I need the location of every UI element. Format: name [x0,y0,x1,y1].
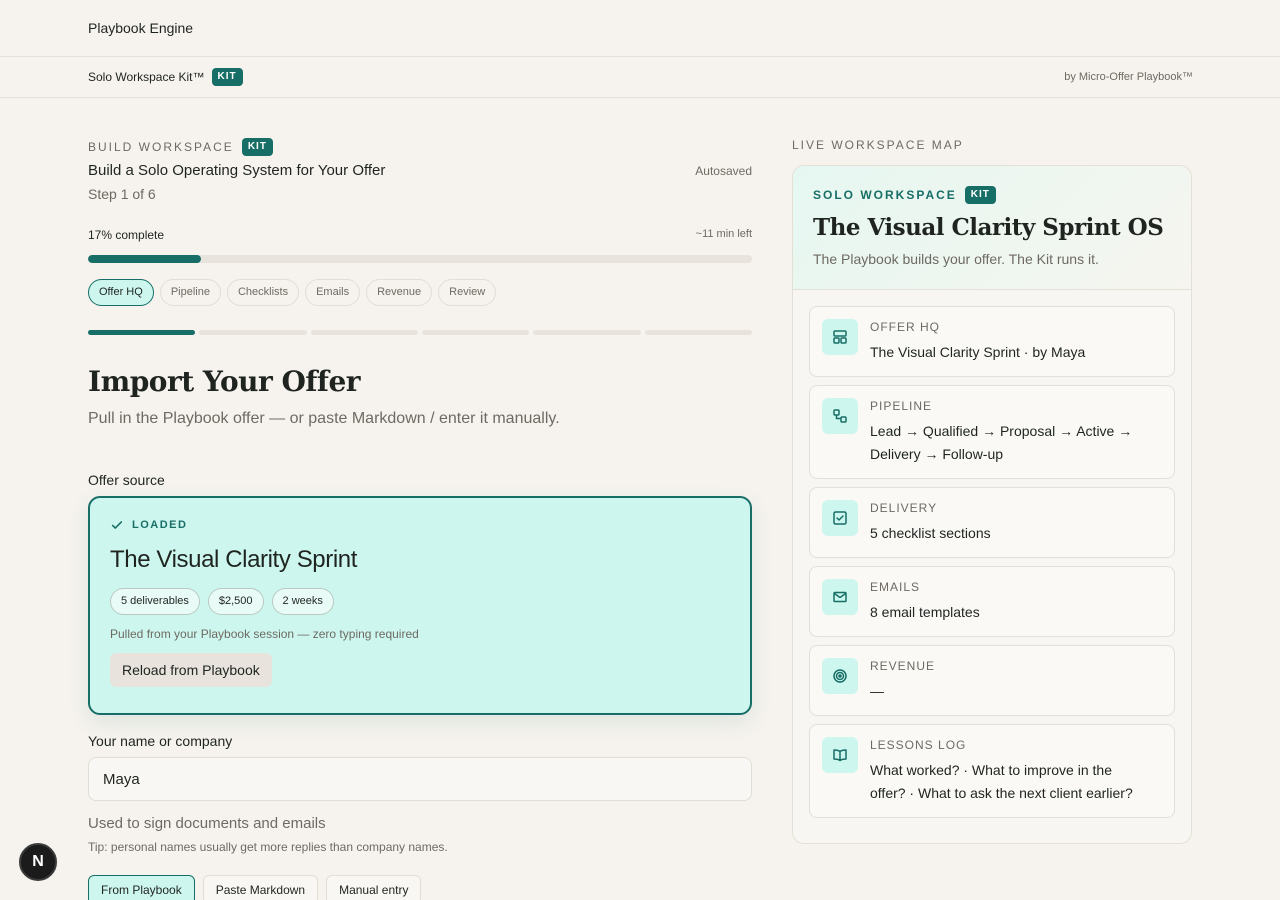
map-item-value: 8 email templates [870,604,980,620]
map-title: The Visual Clarity Sprint OS [813,214,1164,241]
progress-bar [88,255,752,263]
step-segment [533,330,641,335]
tab-checklists[interactable]: Checklists [226,279,300,306]
kit-badge: KIT [211,68,243,86]
step-segment [644,330,752,335]
map-item-emails[interactable]: EMAILS 8 email templates [809,566,1175,637]
tab-revenue[interactable]: Revenue [366,279,433,306]
check-icon [111,521,123,529]
map-item-offer-hq[interactable]: OFFER HQ The Visual Clarity Sprint · by … [809,306,1175,377]
offer-source-note: Pulled from your Playbook session — zero… [110,627,419,641]
workflow-icon [822,398,858,434]
progress-label: 17% complete [88,228,165,242]
map-item-text: DELIVERY 5 checklist sections [870,500,991,545]
step-segment [199,330,307,335]
map-item-value: The Visual Clarity Sprint · by Maya [870,344,1086,360]
map-item-value: What worked? · What to improve in the of… [870,762,1133,801]
sidebar-eyebrow: LIVE WORKSPACE MAP [792,138,964,152]
step-segment [421,330,530,335]
checkbox-icon [822,500,858,536]
tab-review[interactable]: Review [438,279,497,306]
tab-offer-hq[interactable]: Offer HQ [88,279,154,306]
map-item-value: — [870,683,884,699]
page-subheading: Pull in the Playbook offer — or paste Ma… [88,410,560,427]
from-playbook-tab[interactable]: From Playbook [88,875,195,900]
page-heading: Import Your Offer [88,365,361,398]
main-column: BUILD WORKSPACE KIT Build a Solo Operati… [88,138,752,900]
layout-icon [822,319,858,355]
map-item-text: LESSONS LOG What worked? · What to impro… [870,737,1145,805]
price-chip: $2,500 [207,588,264,615]
map-eyebrow-row: SOLO WORKSPACE KIT [813,186,1171,204]
map-item-delivery[interactable]: DELIVERY 5 checklist sections [809,487,1175,558]
workspace-map-header: SOLO WORKSPACE KIT The Visual Clarity Sp… [793,166,1191,290]
progress-bar-fill [88,255,201,263]
name-field-tip: Tip: personal names usually get more rep… [88,840,448,854]
build-eyebrow-row: BUILD WORKSPACE KIT [88,138,752,156]
target-icon [822,658,858,694]
map-item-text: REVENUE — [870,658,935,703]
build-eyebrow: BUILD WORKSPACE [88,140,234,154]
offer-source-card[interactable]: LOADED The Visual Clarity Sprint 5 deliv… [88,496,752,715]
workspace-map-card: SOLO WORKSPACE KIT The Visual Clarity Sp… [792,165,1192,844]
map-items: OFFER HQ The Visual Clarity Sprint · by … [793,290,1191,818]
map-kit-badge: KIT [964,186,996,204]
deliverables-chip: 5 deliverables [110,588,200,615]
duration-chip: 2 weeks [271,588,334,615]
progress-row: 17% complete ~11 min left [88,228,752,242]
dev-tools-badge[interactable]: N [19,843,57,881]
mail-icon [822,579,858,615]
offer-title: The Visual Clarity Sprint [110,546,357,573]
workspace-map-sidebar: LIVE WORKSPACE MAP SOLO WORKSPACE KIT Th… [792,138,1192,844]
step-segments [88,330,752,335]
map-item-label: DELIVERY [870,501,938,515]
map-item-revenue[interactable]: REVENUE — [809,645,1175,716]
loaded-status: LOADED [110,518,730,532]
map-item-label: REVENUE [870,659,936,673]
manual-entry-tab[interactable]: Manual entry [326,875,422,900]
build-title-row: Build a Solo Operating System for Your O… [88,162,752,179]
book-open-icon [822,737,858,773]
paste-markdown-tab[interactable]: Paste Markdown [202,875,319,900]
map-item-label: OFFER HQ [870,320,940,334]
map-subtitle: The Playbook builds your offer. The Kit … [813,251,1099,267]
tab-pipeline[interactable]: Pipeline [159,279,221,306]
byline: by Micro-Offer Playbook™ [1064,71,1193,83]
name-field-label: Your name or company [88,733,233,749]
step-segment [310,330,418,335]
product-name: Solo Workspace Kit™ [88,70,205,84]
tab-emails[interactable]: Emails [305,279,361,306]
app-title[interactable]: Playbook Engine [88,20,193,36]
map-item-label: LESSONS LOG [870,738,967,752]
offer-chips: 5 deliverables $2,500 2 weeks [110,588,730,615]
product-bar: Solo Workspace Kit™ KIT by Micro-Offer P… [0,57,1280,98]
map-item-text: OFFER HQ The Visual Clarity Sprint · by … [870,319,1085,364]
step-indicator: Step 1 of 6 [88,186,156,202]
step-segment [88,330,196,335]
autosaved-status: Autosaved [695,164,752,178]
map-item-value: Lead → Qualified → Proposal → Active → D… [870,423,1133,462]
time-left: ~11 min left [695,228,752,240]
map-eyebrow: SOLO WORKSPACE [813,188,957,202]
map-item-text: EMAILS 8 email templates [870,579,980,624]
map-item-label: PIPELINE [870,399,933,413]
map-item-value: 5 checklist sections [870,525,991,541]
map-item-pipeline[interactable]: PIPELINE Lead → Qualified → Proposal → A… [809,385,1175,479]
product-title-group: Solo Workspace Kit™ KIT [88,68,243,86]
reload-from-playbook-button[interactable]: Reload from Playbook [110,653,272,687]
loaded-label: LOADED [132,519,188,531]
build-title: Build a Solo Operating System for Your O… [88,162,386,179]
name-field-hint: Used to sign documents and emails [88,815,326,832]
offer-source-label: Offer source [88,472,165,488]
top-bar: Playbook Engine [0,0,1280,57]
step-tabs: Offer HQ Pipeline Checklists Emails Reve… [88,279,752,306]
import-source-tabs: From Playbook Paste Markdown Manual entr… [88,875,422,900]
name-input[interactable] [88,757,752,801]
build-kit-badge: KIT [241,138,273,156]
map-item-lessons-log[interactable]: LESSONS LOG What worked? · What to impro… [809,724,1175,818]
map-item-label: EMAILS [870,580,921,594]
map-item-text: PIPELINE Lead → Qualified → Proposal → A… [870,398,1140,466]
